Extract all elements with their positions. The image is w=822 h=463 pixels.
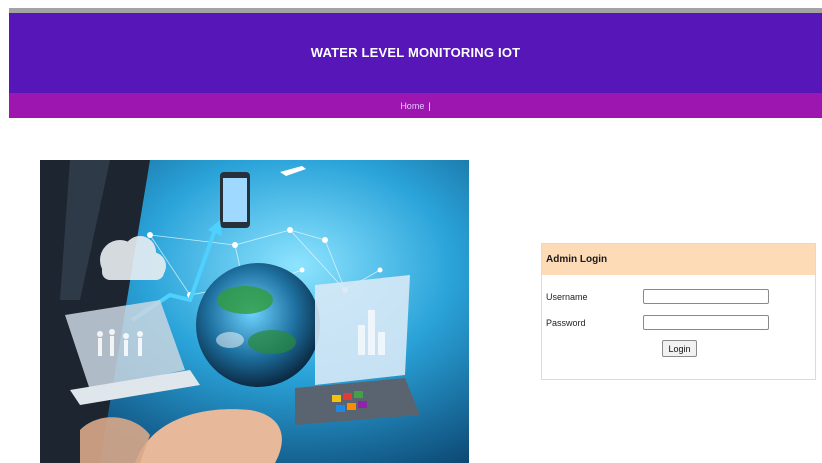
password-label: Password	[546, 318, 586, 328]
username-input[interactable]	[643, 289, 769, 304]
iot-illustration	[40, 160, 469, 463]
nav-bar: Home |	[9, 93, 822, 118]
password-input[interactable]	[643, 315, 769, 330]
admin-login-panel: Admin Login Username Password Login	[541, 243, 816, 380]
login-button[interactable]: Login	[662, 340, 697, 357]
nav-link-home[interactable]: Home	[400, 101, 424, 111]
nav-separator: |	[428, 100, 431, 111]
site-title: WATER LEVEL MONITORING IOT	[310, 44, 521, 60]
hero-image	[40, 160, 469, 463]
login-heading: Admin Login	[542, 244, 815, 275]
page: WATER LEVEL MONITORING IOT Home | Admin …	[0, 0, 822, 463]
site-header: WATER LEVEL MONITORING IOT	[9, 13, 822, 93]
username-label: Username	[546, 292, 588, 302]
